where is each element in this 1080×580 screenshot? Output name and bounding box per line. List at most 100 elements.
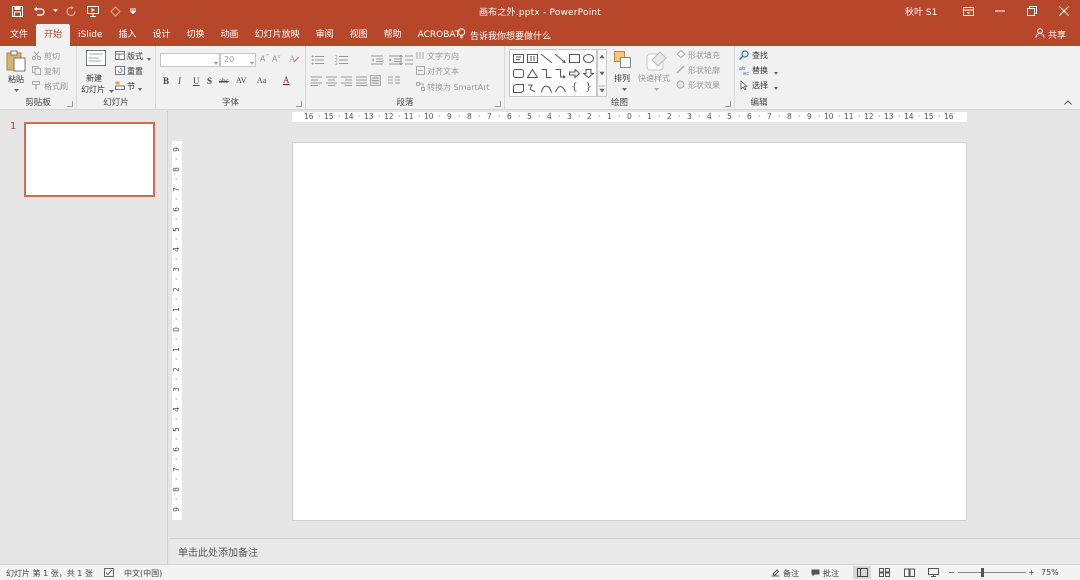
tab-design[interactable]: 设计 <box>145 24 179 46</box>
line-spacing-icon[interactable] <box>399 54 413 68</box>
ribbon-display-options-icon[interactable] <box>952 0 984 22</box>
numbering-icon[interactable]: 123 <box>335 55 349 68</box>
line-shape-icon[interactable] <box>540 52 553 64</box>
rectangle-shape-icon[interactable] <box>568 52 581 64</box>
tab-home[interactable]: 开始 <box>36 24 71 46</box>
replace-dropdown-icon[interactable] <box>774 68 778 78</box>
clear-formatting-icon[interactable]: A <box>289 54 300 67</box>
collapse-ribbon-icon[interactable] <box>1064 98 1072 108</box>
flowchart-shape-icon[interactable] <box>512 82 525 94</box>
tab-view[interactable]: 视图 <box>342 24 376 46</box>
slide-sorter-view-icon[interactable] <box>879 568 890 577</box>
format-painter-label[interactable]: 格式刷 <box>44 81 68 92</box>
align-center-icon[interactable] <box>326 76 337 89</box>
close-icon[interactable] <box>1048 0 1080 22</box>
shape-outline-icon[interactable] <box>676 65 686 77</box>
align-text-label[interactable]: 对齐文本 <box>427 66 459 77</box>
textbox-shape-icon[interactable] <box>512 52 525 64</box>
arrange-label[interactable]: 排列 <box>614 73 630 84</box>
curve-shape-icon[interactable] <box>540 82 553 94</box>
font-color-button[interactable]: A <box>283 75 290 85</box>
triangle-shape-icon[interactable] <box>526 67 539 79</box>
arrange-dropdown-icon[interactable] <box>622 85 627 95</box>
bullets-icon[interactable] <box>311 55 325 68</box>
section-dropdown-icon[interactable] <box>138 84 142 94</box>
character-spacing-button[interactable]: AV <box>236 76 247 85</box>
reset-icon[interactable] <box>115 66 125 78</box>
rounded-rect-shape-icon[interactable] <box>512 67 525 79</box>
align-text-icon[interactable] <box>416 66 425 78</box>
share-button[interactable]: 共享 <box>1035 28 1066 41</box>
align-left-icon[interactable] <box>311 76 322 89</box>
right-brace-shape-icon[interactable]: } <box>582 81 595 93</box>
align-right-icon[interactable] <box>341 76 352 89</box>
clipboard-dialog-launcher[interactable] <box>67 101 73 107</box>
decrease-font-icon[interactable]: Av <box>272 54 280 64</box>
text-direction-icon[interactable] <box>416 51 425 63</box>
left-brace-shape-icon[interactable]: { <box>568 81 581 93</box>
quick-styles-dropdown-icon[interactable] <box>654 85 659 95</box>
distributed-icon[interactable] <box>370 75 381 89</box>
zoom-in-button[interactable]: + <box>1028 568 1035 577</box>
slide-thumbnail[interactable] <box>24 122 155 197</box>
change-case-button[interactable]: Aa <box>257 76 266 85</box>
shape-effects-icon[interactable] <box>676 80 686 92</box>
drawing-dialog-launcher[interactable] <box>725 101 731 107</box>
notes-pane[interactable]: 单击此处添加备注 <box>169 538 1080 564</box>
find-label[interactable]: 查找 <box>752 50 768 61</box>
tab-transitions[interactable]: 切换 <box>179 24 213 46</box>
paste-label[interactable]: 粘贴 <box>8 74 24 85</box>
underline-button[interactable]: U <box>193 76 200 86</box>
right-arrow-shape-icon[interactable] <box>568 67 581 79</box>
strikethrough-button[interactable]: abc <box>219 77 229 85</box>
new-slide-label-line1[interactable]: 新建 <box>86 73 102 84</box>
new-slide-icon[interactable] <box>86 50 106 71</box>
font-name-input[interactable] <box>160 53 220 67</box>
normal-view-icon[interactable] <box>853 566 871 579</box>
slideshow-view-icon[interactable] <box>928 568 939 577</box>
tab-help[interactable]: 帮助 <box>376 24 410 46</box>
arrange-icon[interactable] <box>614 51 632 72</box>
italic-button[interactable]: I <box>178 76 181 86</box>
replace-icon[interactable]: ab ac <box>739 65 749 78</box>
spelling-check-icon[interactable] <box>104 568 114 577</box>
replace-label[interactable]: 替换 <box>752 65 768 76</box>
down-arrow-shape-icon[interactable] <box>582 67 595 79</box>
tab-review[interactable]: 审阅 <box>308 24 342 46</box>
layout-dropdown-icon[interactable] <box>147 54 151 64</box>
notes-toggle[interactable]: 备注 <box>771 568 799 579</box>
shape-outline-label[interactable]: 形状轮廓 <box>688 65 720 76</box>
bold-button[interactable]: B <box>163 76 169 86</box>
copy-label[interactable]: 复制 <box>44 66 60 77</box>
justify-icon[interactable] <box>356 76 367 89</box>
comments-toggle[interactable]: 批注 <box>811 568 839 579</box>
copy-icon[interactable] <box>32 66 41 78</box>
shadow-button[interactable]: S <box>207 76 212 86</box>
oval-shape-icon[interactable] <box>582 52 595 64</box>
zoom-slider-thumb[interactable] <box>981 568 984 577</box>
zoom-out-button[interactable]: − <box>948 568 955 577</box>
zoom-slider-track[interactable] <box>958 572 1026 573</box>
quick-styles-icon[interactable] <box>646 50 668 75</box>
columns-icon[interactable] <box>388 76 400 89</box>
reset-label[interactable]: 重置 <box>127 66 143 77</box>
slide-canvas[interactable] <box>292 142 967 521</box>
tell-me-search[interactable]: 告诉我你想要做什么 <box>457 28 551 42</box>
convert-smartart-label[interactable]: 转换为 SmartArt <box>427 82 490 93</box>
tab-animations[interactable]: 动画 <box>213 24 247 46</box>
section-label[interactable]: 节 <box>127 81 135 92</box>
zoom-level[interactable]: 75% <box>1041 568 1059 577</box>
tab-islide[interactable]: iSlide <box>70 24 110 46</box>
language-indicator[interactable]: 中文(中国) <box>124 568 162 579</box>
tab-file[interactable]: 文件 <box>2 24 36 46</box>
elbow-arrow-shape-icon[interactable] <box>554 67 567 79</box>
text-direction-label[interactable]: 文字方向 <box>427 51 459 62</box>
restore-icon[interactable] <box>1016 0 1048 22</box>
increase-font-icon[interactable]: A^ <box>260 54 270 64</box>
paragraph-dialog-launcher[interactable] <box>495 101 501 107</box>
arrow-line-shape-icon[interactable] <box>554 52 567 64</box>
decrease-indent-icon[interactable] <box>371 55 383 68</box>
vertical-textbox-shape-icon[interactable] <box>526 52 539 64</box>
format-painter-icon[interactable] <box>32 81 41 93</box>
find-icon[interactable] <box>738 50 749 63</box>
